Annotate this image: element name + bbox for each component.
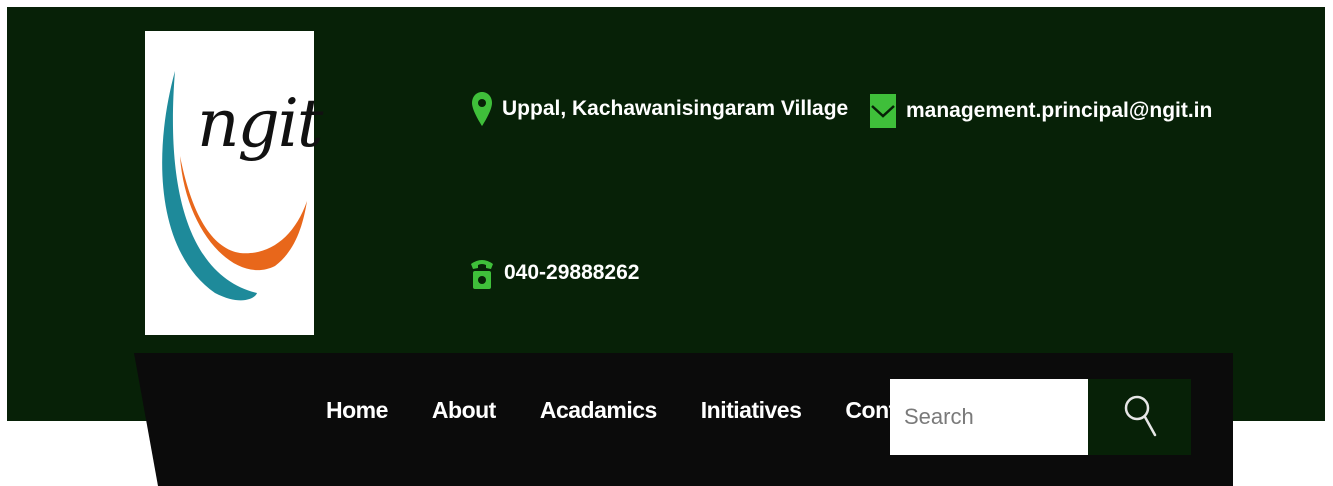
nav-about[interactable]: About — [432, 397, 496, 424]
phone-icon — [470, 254, 494, 292]
email-text[interactable]: management.principal@ngit.in — [906, 99, 1212, 123]
phone-info[interactable]: 040-29888262 — [470, 254, 639, 292]
search-button[interactable] — [1088, 379, 1191, 455]
phone-text[interactable]: 040-29888262 — [504, 261, 639, 285]
location-info: Uppal, Kachawanisingaram Village — [472, 92, 848, 126]
search-input[interactable] — [890, 379, 1088, 455]
ngit-logo[interactable]: ngit — [145, 31, 323, 335]
map-pin-icon — [472, 92, 492, 126]
nav-home[interactable]: Home — [326, 397, 388, 424]
logo-wordmark: ngit — [197, 85, 323, 162]
nav-acadamics[interactable]: Acadamics — [540, 397, 657, 424]
logo-swoosh-graphic — [162, 71, 307, 301]
email-info[interactable]: management.principal@ngit.in — [870, 92, 1212, 130]
location-text: Uppal, Kachawanisingaram Village — [502, 97, 849, 120]
nav-initiatives[interactable]: Initiatives — [701, 397, 802, 424]
envelope-icon — [870, 92, 896, 130]
search-icon — [1122, 393, 1158, 442]
